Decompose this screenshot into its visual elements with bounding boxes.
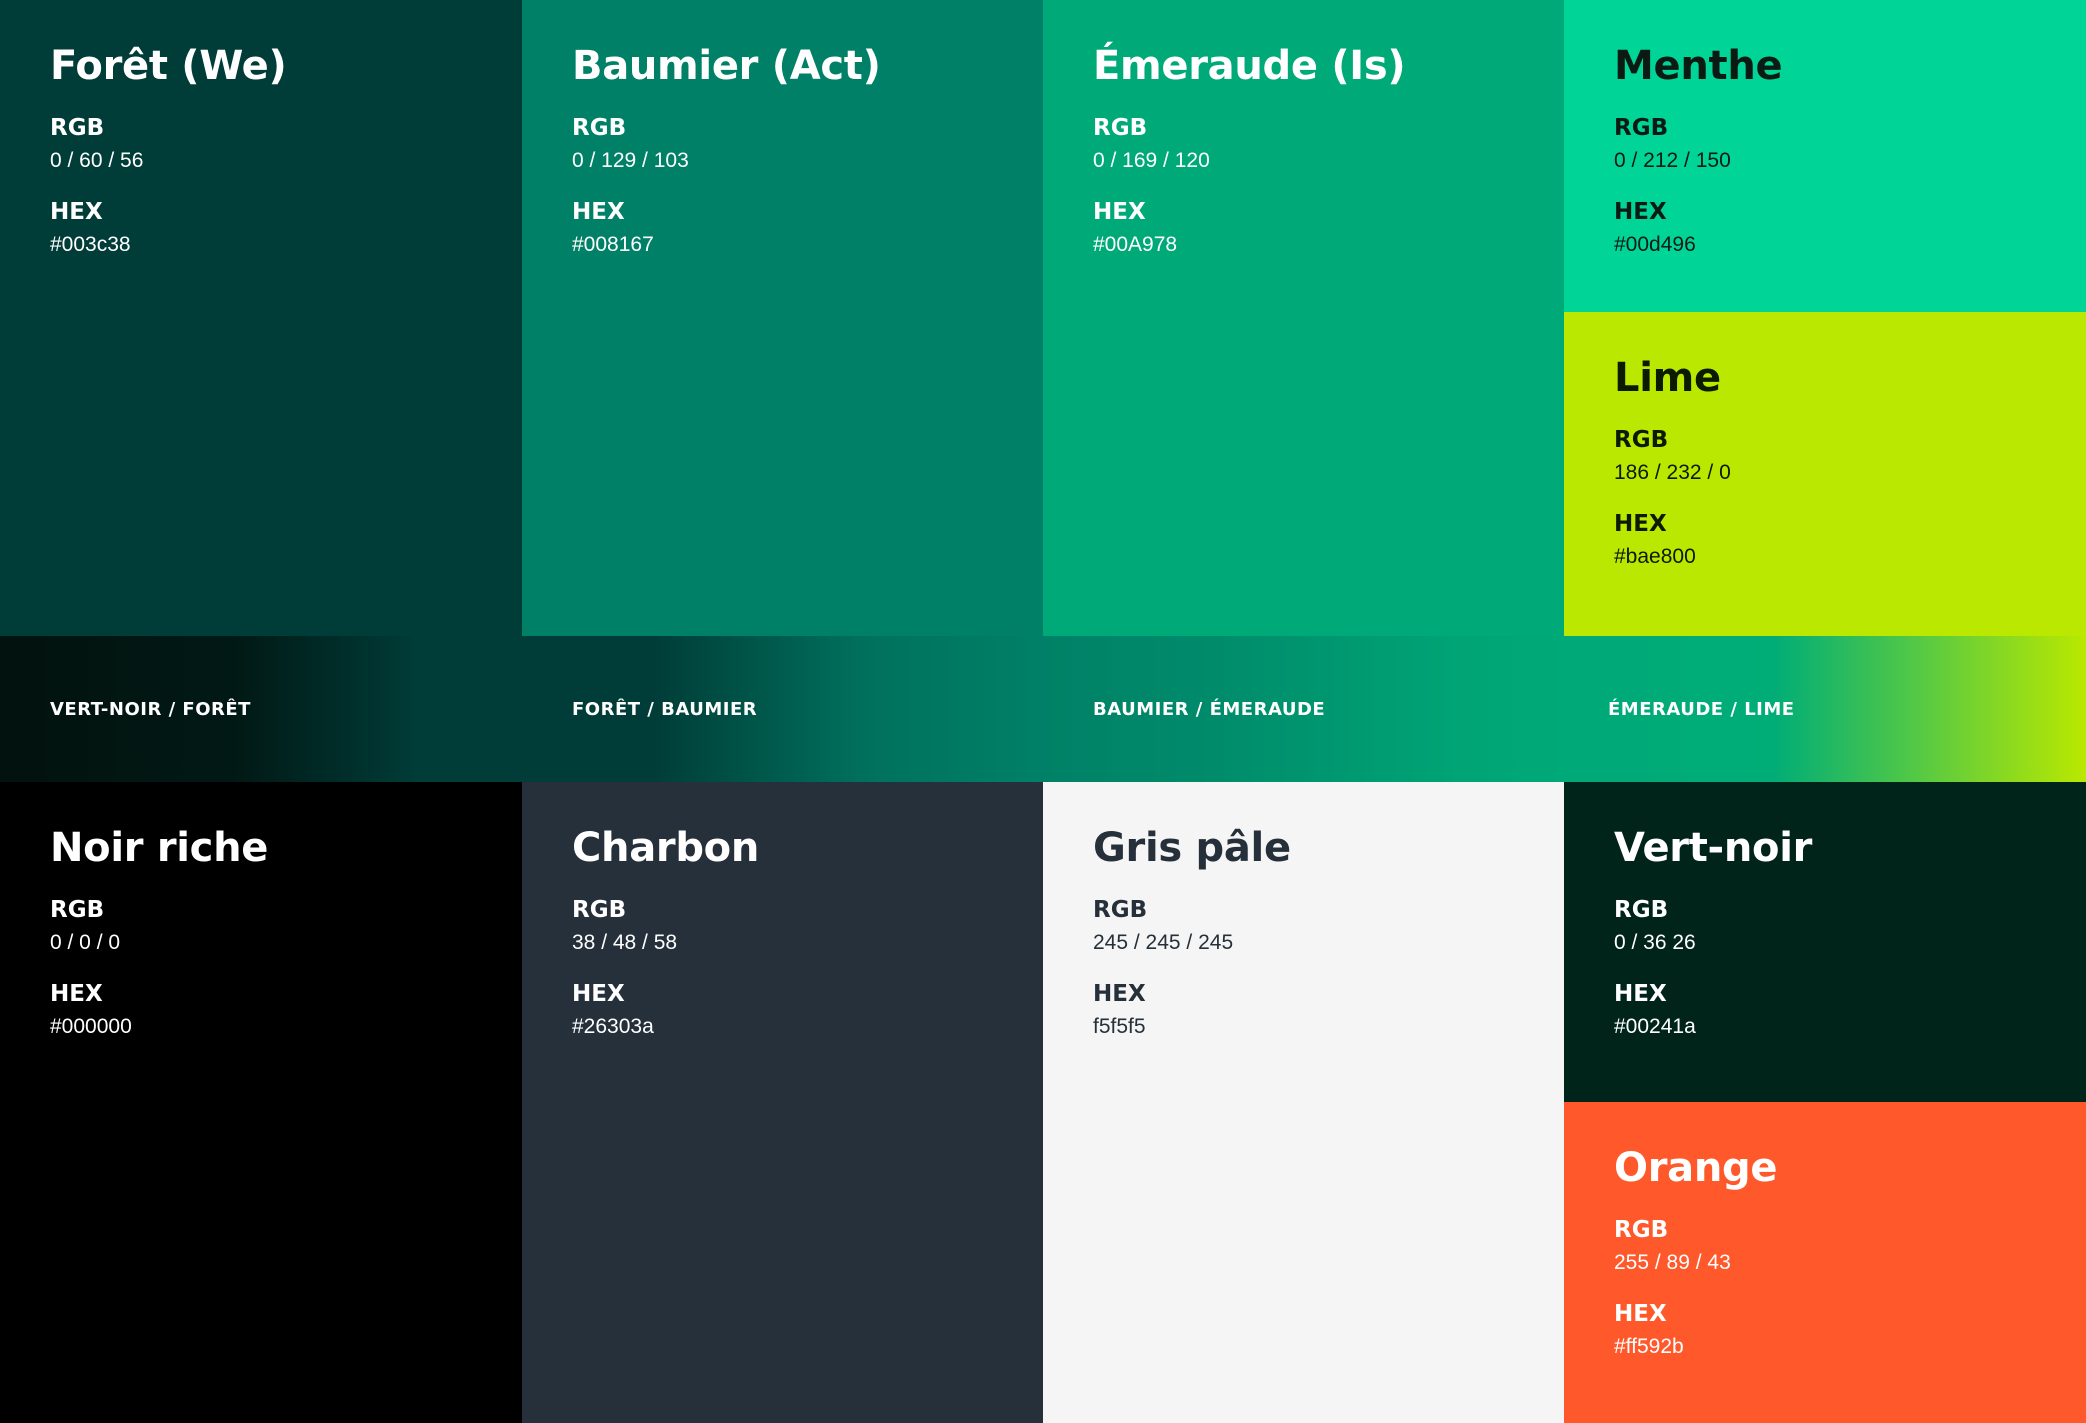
color-name: Gris pâle xyxy=(1093,825,1291,871)
color-name: Noir riche xyxy=(50,825,269,871)
rgb-value: 0 / 129 / 103 xyxy=(572,149,689,172)
rgb-label: RGB xyxy=(1614,1217,1669,1243)
rgb-label: RGB xyxy=(50,115,105,141)
color-name: Lime xyxy=(1614,355,1721,401)
hex-value: #000000 xyxy=(50,1015,132,1038)
gradient-vert-noir-foret: VERT-NOIR / FORÊT xyxy=(0,636,522,782)
hex-value: #26303a xyxy=(572,1015,654,1038)
swatch-menthe: Menthe RGB 0 / 212 / 150 HEX #00d496 xyxy=(1564,0,2086,312)
swatch-gris-pale: Gris pâle RGB 245 / 245 / 245 HEX f5f5f5 xyxy=(1043,782,1564,1423)
hex-label: HEX xyxy=(1093,981,1146,1007)
hex-value: f5f5f5 xyxy=(1093,1015,1146,1038)
rgb-label: RGB xyxy=(1614,115,1669,141)
hex-value: #00A978 xyxy=(1093,233,1178,256)
color-name: Charbon xyxy=(572,825,760,871)
swatch-baumier: Baumier (Act) RGB 0 / 129 / 103 HEX #008… xyxy=(522,0,1043,636)
rgb-value: 0 / 169 / 120 xyxy=(1093,149,1210,172)
color-name: Menthe xyxy=(1614,43,1783,89)
color-name: Forêt (We) xyxy=(50,43,287,89)
swatch-orange: Orange RGB 255 / 89 / 43 HEX #ff592b xyxy=(1564,1102,2086,1423)
hex-label: HEX xyxy=(1614,981,1667,1007)
rgb-value: 0 / 212 / 150 xyxy=(1614,149,1731,172)
gradient-label: ÉMERAUDE / LIME xyxy=(1608,698,1795,720)
swatch-lime: Lime RGB 186 / 232 / 0 HEX #bae800 xyxy=(1564,312,2086,636)
hex-label: HEX xyxy=(1093,199,1146,225)
hex-value: #003c38 xyxy=(50,233,131,256)
hex-label: HEX xyxy=(50,199,103,225)
hex-value: #00d496 xyxy=(1614,233,1696,256)
gradient-foret-baumier: FORÊT / BAUMIER xyxy=(522,636,1043,782)
rgb-value: 255 / 89 / 43 xyxy=(1614,1251,1731,1274)
swatch-noir-riche: Noir riche RGB 0 / 0 / 0 HEX #000000 xyxy=(0,782,522,1423)
rgb-label: RGB xyxy=(50,897,105,923)
swatch-emeraude: Émeraude (Is) RGB 0 / 169 / 120 HEX #00A… xyxy=(1043,0,1564,636)
color-name: Baumier (Act) xyxy=(572,43,881,89)
rgb-value: 0 / 36 26 xyxy=(1614,931,1696,954)
hex-label: HEX xyxy=(572,981,625,1007)
rgb-label: RGB xyxy=(1093,897,1148,923)
hex-label: HEX xyxy=(1614,1301,1667,1327)
rgb-label: RGB xyxy=(572,115,627,141)
rgb-label: RGB xyxy=(1093,115,1148,141)
hex-label: HEX xyxy=(1614,199,1667,225)
swatch-charbon: Charbon RGB 38 / 48 / 58 HEX #26303a xyxy=(522,782,1043,1423)
rgb-value: 0 / 60 / 56 xyxy=(50,149,144,172)
hex-label: HEX xyxy=(50,981,103,1007)
color-name: Orange xyxy=(1614,1145,1778,1191)
hex-value: #bae800 xyxy=(1614,545,1696,568)
hex-value: #00241a xyxy=(1614,1015,1696,1038)
swatch-foret: Forêt (We) RGB 0 / 60 / 56 HEX #003c38 xyxy=(0,0,522,636)
hex-label: HEX xyxy=(1614,511,1667,537)
gradient-baumier-emeraude: BAUMIER / ÉMERAUDE xyxy=(1043,636,1564,782)
rgb-value: 38 / 48 / 58 xyxy=(572,931,678,954)
hex-value: #ff592b xyxy=(1614,1335,1684,1358)
gradient-label: BAUMIER / ÉMERAUDE xyxy=(1093,698,1326,720)
rgb-value: 0 / 0 / 0 xyxy=(50,931,121,954)
hex-value: #008167 xyxy=(572,233,654,256)
gradient-emeraude-lime: ÉMERAUDE / LIME xyxy=(1564,636,2086,782)
color-name: Émeraude (Is) xyxy=(1093,43,1406,89)
rgb-value: 245 / 245 / 245 xyxy=(1093,931,1234,954)
hex-label: HEX xyxy=(572,199,625,225)
rgb-label: RGB xyxy=(1614,427,1669,453)
swatch-vert-noir: Vert-noir RGB 0 / 36 26 HEX #00241a xyxy=(1564,782,2086,1102)
rgb-value: 186 / 232 / 0 xyxy=(1614,461,1731,484)
gradient-label: FORÊT / BAUMIER xyxy=(572,698,758,720)
rgb-label: RGB xyxy=(1614,897,1669,923)
gradient-label: VERT-NOIR / FORÊT xyxy=(50,698,251,720)
color-name: Vert-noir xyxy=(1614,825,1813,871)
rgb-label: RGB xyxy=(572,897,627,923)
